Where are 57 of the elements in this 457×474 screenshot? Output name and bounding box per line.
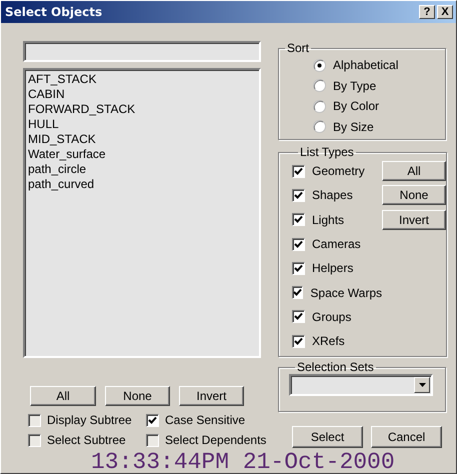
- filter-field[interactable]: [23, 41, 261, 62]
- checkbox[interactable]: [292, 164, 305, 178]
- list-item[interactable]: path_curved: [27, 177, 257, 192]
- list-item[interactable]: HULL: [27, 117, 257, 132]
- checkbox[interactable]: [28, 434, 41, 446]
- checkbox[interactable]: [146, 434, 159, 446]
- type-label: Lights: [312, 212, 344, 227]
- group-title: List Types: [299, 145, 355, 159]
- option-label: Display Subtree: [47, 413, 132, 427]
- radio-button[interactable]: [313, 100, 326, 113]
- checkbox[interactable]: [292, 213, 305, 226]
- radio-label: By Color: [333, 99, 380, 114]
- window-title: Select Objects: [5, 5, 104, 19]
- group-title: Sort: [286, 41, 310, 55]
- checkbox[interactable]: [146, 414, 159, 426]
- checkbox[interactable]: [292, 262, 305, 275]
- checkbox[interactable]: [292, 334, 305, 348]
- list-button[interactable]: None: [105, 386, 170, 406]
- group-title: Selection Sets: [296, 360, 375, 374]
- radio-label: By Size: [333, 120, 374, 134]
- radio-label: By Type: [333, 78, 376, 93]
- list-item[interactable]: Water_surface: [27, 147, 257, 162]
- list-item[interactable]: MID_STACK: [27, 132, 257, 147]
- checkbox[interactable]: [28, 414, 41, 426]
- option-label: Case Sensitive: [165, 413, 246, 427]
- type-label: Groups: [312, 310, 352, 324]
- radio-label: Alphabetical: [333, 58, 398, 72]
- dialog-button[interactable]: Cancel: [371, 426, 442, 448]
- checkbox[interactable]: [292, 188, 305, 202]
- checkbox[interactable]: [292, 310, 305, 324]
- type-label: Helpers: [312, 261, 354, 276]
- type-label: Space Warps: [310, 286, 382, 300]
- type-button[interactable]: Invert: [382, 210, 446, 230]
- close-button[interactable]: X: [437, 5, 453, 19]
- type-label: Cameras: [312, 237, 361, 252]
- type-button[interactable]: All: [382, 161, 446, 182]
- option-label: Select Dependents: [165, 433, 266, 447]
- radio-button[interactable]: [313, 58, 326, 72]
- radio-button[interactable]: [313, 79, 326, 92]
- list-item[interactable]: path_circle: [27, 162, 257, 177]
- type-label: Shapes: [312, 188, 353, 202]
- type-button[interactable]: None: [382, 185, 446, 206]
- list-item[interactable]: FORWARD_STACK: [27, 102, 257, 117]
- help-button[interactable]: ?: [419, 5, 435, 19]
- radio-button[interactable]: [313, 120, 326, 134]
- option-label: Select Subtree: [47, 433, 126, 447]
- list-button[interactable]: Invert: [179, 386, 244, 406]
- checkbox[interactable]: [292, 286, 304, 300]
- list-item[interactable]: AFT_STACK: [27, 72, 257, 87]
- type-label: XRefs: [312, 334, 345, 348]
- type-label: Geometry: [312, 164, 365, 178]
- list-item[interactable]: CABIN: [27, 87, 257, 102]
- dialog-button[interactable]: Select: [292, 426, 363, 448]
- timestamp: 13:33:44PM 21-Oct-2000: [91, 452, 395, 473]
- selection-set-dropdown[interactable]: [289, 374, 433, 396]
- checkbox[interactable]: [292, 238, 305, 251]
- list-button[interactable]: All: [30, 386, 96, 406]
